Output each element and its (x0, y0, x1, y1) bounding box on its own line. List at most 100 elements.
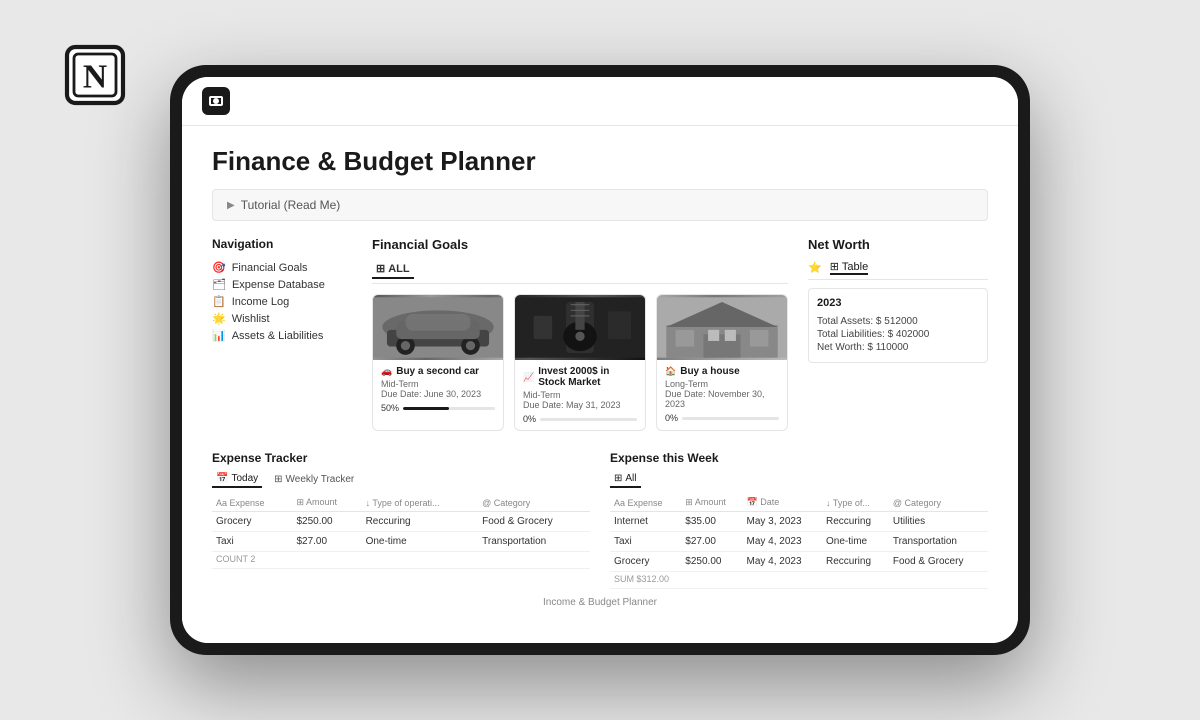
week-type-grocery: Reccuring (822, 552, 889, 572)
expense-count-row: COUNT 2 (212, 552, 590, 569)
financial-goals-heading: Financial Goals (372, 237, 788, 252)
expense-tracker-tabs: 📅 Today ⊞ Weekly Tracker (212, 471, 590, 488)
expense-tracker-today-tab[interactable]: 📅 Today (212, 471, 262, 488)
col-category: @ Category (478, 494, 590, 512)
week-category-grocery: Food & Grocery (889, 552, 988, 572)
expense-tracker-heading: Expense Tracker (212, 451, 590, 465)
expense-tracker-table: Aa Expense ⊞ Amount ↓ Type of operati...… (212, 494, 590, 569)
net-worth-assets: Total Assets: $ 512000 (817, 315, 979, 328)
bottom-label: Income & Budget Planner (212, 597, 988, 608)
expense-name-taxi: Taxi (212, 532, 292, 552)
weekly-icon: ⊞ (274, 474, 282, 485)
net-worth-liabilities: Total Liabilities: $ 402000 (817, 328, 979, 341)
week-amount-grocery: $250.00 (681, 552, 742, 572)
goal-card-car-body: 🚗 Buy a second car Mid-Term Due Date: Ju… (373, 360, 503, 419)
bottom-two-col: Expense Tracker 📅 Today ⊞ Weekly Tracker (212, 451, 988, 589)
nav-item-wishlist[interactable]: 🌟 Wishlist (212, 310, 352, 327)
week-date-internet: May 3, 2023 (743, 512, 822, 532)
car-progress-bar (403, 407, 495, 410)
expense-week-heading: Expense this Week (610, 451, 988, 465)
net-worth-heading: Net Worth (808, 237, 988, 252)
car-goal-progress: 50% (381, 403, 495, 413)
net-worth-table-tab[interactable]: ⊞ Table (830, 260, 869, 275)
net-worth-table-label: Table (842, 261, 868, 273)
goal-card-stocks[interactable]: 📈 Invest 2000$ in Stock Market Mid-Term … (514, 294, 646, 431)
net-worth-section: Net Worth ⭐ ⊞ Table 2023 Total Assets: $… (808, 237, 988, 431)
filter-all-label: ALL (388, 263, 409, 275)
car-icon: 🚗 (381, 366, 392, 377)
wcol-amount: ⊞ Amount (681, 494, 742, 512)
expense-row-taxi: Taxi $27.00 One-time Transportation (212, 532, 590, 552)
filter-all-button[interactable]: ⊞ ALL (372, 260, 414, 279)
car-goal-title: Buy a second car (396, 366, 479, 377)
notion-logo: N (60, 40, 130, 110)
expense-tracker-section: Expense Tracker 📅 Today ⊞ Weekly Tracker (212, 451, 590, 589)
tutorial-bar[interactable]: ▶ Tutorial (Read Me) (212, 189, 988, 221)
week-all-icon: ⊞ (614, 473, 622, 484)
weekly-label: Weekly Tracker (286, 474, 355, 485)
goals-filter: ⊞ ALL (372, 260, 788, 284)
tablet-frame: Finance & Budget Planner ▶ Tutorial (Rea… (170, 65, 1030, 655)
nav-item-income-log[interactable]: 📋 Income Log (212, 293, 352, 310)
house-image (657, 295, 787, 360)
svg-text:N: N (83, 59, 107, 96)
nav-item-expense-database[interactable]: 🗂 Expense Database (212, 276, 352, 293)
week-category-internet: Utilities (889, 512, 988, 532)
week-type-internet: Reccuring (822, 512, 889, 532)
week-row-internet: Internet $35.00 May 3, 2023 Reccuring Ut… (610, 512, 988, 532)
stocks-progress-bar (540, 418, 637, 421)
nav-label-income-log: Income Log (232, 296, 289, 308)
expense-database-icon: 🗂 (212, 278, 226, 291)
stocks-icon: 📈 (523, 372, 534, 383)
week-amount-taxi: $27.00 (681, 532, 742, 552)
today-label: Today (231, 473, 258, 484)
goal-card-house-body: 🏠 Buy a house Long-Term Due Date: Novemb… (657, 360, 787, 429)
col-amount: ⊞ Amount (292, 494, 361, 512)
expense-row-grocery: Grocery $250.00 Reccuring Food & Grocery (212, 512, 590, 532)
wishlist-icon: 🌟 (212, 312, 226, 325)
car-goal-term: Mid-Term (381, 379, 495, 389)
page-title: Finance & Budget Planner (212, 146, 988, 177)
net-worth-tabs: ⭐ ⊞ Table (808, 260, 988, 280)
goal-card-stocks-body: 📈 Invest 2000$ in Stock Market Mid-Term … (515, 360, 645, 430)
navigation-heading: Navigation (212, 237, 352, 251)
stocks-progress-label: 0% (523, 414, 536, 424)
wcol-category: @ Category (889, 494, 988, 512)
three-col-layout: Navigation 🎯 Financial Goals 🗂 Expense D… (212, 237, 988, 431)
tablet-screen: Finance & Budget Planner ▶ Tutorial (Rea… (182, 77, 1018, 643)
nav-label-financial-goals: Financial Goals (232, 262, 308, 274)
net-worth-year: 2023 (817, 297, 979, 309)
expense-week-section: Expense this Week ⊞ All Aa Expense ⊞ Amo… (610, 451, 988, 589)
expense-week-tabs: ⊞ All (610, 471, 988, 488)
week-type-taxi: One-time (822, 532, 889, 552)
net-worth-table: 2023 Total Assets: $ 512000 Total Liabil… (808, 288, 988, 363)
income-log-icon: 📋 (212, 295, 226, 308)
net-worth-star-tab[interactable]: ⭐ (808, 261, 822, 274)
week-expense-grocery: Grocery (610, 552, 681, 572)
week-all-label: All (625, 473, 636, 484)
expense-type-taxi: One-time (362, 532, 479, 552)
house-progress-bar (682, 417, 779, 420)
week-date-grocery: May 4, 2023 (743, 552, 822, 572)
house-progress-label: 0% (665, 413, 678, 423)
week-category-taxi: Transportation (889, 532, 988, 552)
week-expense-taxi: Taxi (610, 532, 681, 552)
budget-icon (209, 96, 223, 106)
wcol-date: 📅 Date (743, 494, 822, 512)
nav-item-financial-goals[interactable]: 🎯 Financial Goals (212, 259, 352, 276)
nav-item-assets[interactable]: 📊 Assets & Liabilities (212, 327, 352, 344)
expense-week-table: Aa Expense ⊞ Amount 📅 Date ↓ Type of... … (610, 494, 988, 589)
page-icon (202, 87, 230, 115)
expense-tracker-weekly-tab[interactable]: ⊞ Weekly Tracker (270, 471, 358, 488)
car-image (373, 295, 503, 360)
expense-week-all-tab[interactable]: ⊞ All (610, 471, 641, 488)
expense-name-grocery: Grocery (212, 512, 292, 532)
wcol-type: ↓ Type of... (822, 494, 889, 512)
week-date-taxi: May 4, 2023 (743, 532, 822, 552)
goal-card-house[interactable]: 🏠 Buy a house Long-Term Due Date: Novemb… (656, 294, 788, 431)
expense-tracker-header-row: Aa Expense ⊞ Amount ↓ Type of operati...… (212, 494, 590, 512)
expense-category-grocery: Food & Grocery (478, 512, 590, 532)
expense-type-grocery: Reccuring (362, 512, 479, 532)
goal-card-car[interactable]: 🚗 Buy a second car Mid-Term Due Date: Ju… (372, 294, 504, 431)
financial-goals-icon: 🎯 (212, 261, 226, 274)
